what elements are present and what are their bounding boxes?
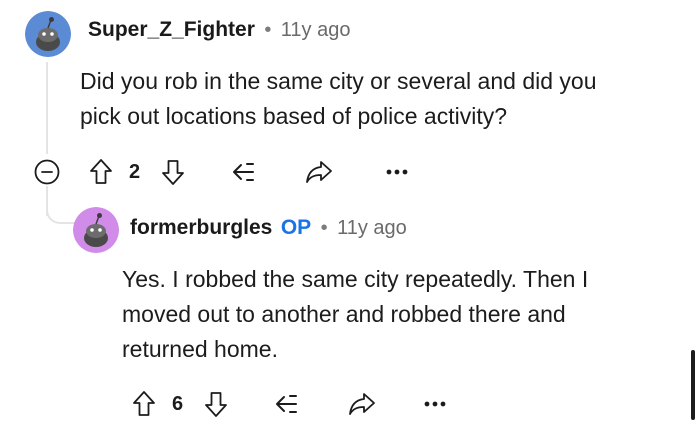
thread-line-vertical bbox=[46, 62, 48, 154]
reply-body: Yes. I robbed the same city repeatedly. … bbox=[122, 262, 588, 367]
username[interactable]: Super_Z_Fighter bbox=[88, 18, 255, 41]
comment-body-line: Did you rob in the same city or several … bbox=[80, 68, 597, 94]
avatar[interactable] bbox=[73, 207, 119, 253]
separator-dot: • bbox=[320, 217, 328, 239]
reply-body-line: Yes. I robbed the same city repeatedly. … bbox=[122, 266, 589, 292]
upvote-icon[interactable] bbox=[88, 158, 114, 186]
thread-line-curve bbox=[46, 196, 78, 224]
share-icon[interactable] bbox=[347, 390, 377, 418]
comment-body: Did you rob in the same city or several … bbox=[80, 64, 597, 134]
upvote-icon[interactable] bbox=[131, 390, 157, 418]
vote-count: 6 bbox=[172, 393, 184, 415]
comment-header: Super_Z_Fighter • 11y ago bbox=[88, 18, 350, 42]
reply-body-line: returned home. bbox=[122, 336, 278, 362]
scrollbar[interactable] bbox=[691, 350, 695, 420]
separator-dot: • bbox=[264, 19, 272, 41]
timestamp[interactable]: 11y ago bbox=[337, 217, 407, 239]
downvote-icon[interactable] bbox=[160, 158, 186, 186]
share-icon[interactable] bbox=[304, 158, 334, 186]
avatar[interactable] bbox=[25, 11, 71, 57]
username[interactable]: formerburgles bbox=[130, 216, 272, 239]
comment-body-line: pick out locations based of police activ… bbox=[80, 103, 508, 129]
vote-count: 2 bbox=[129, 161, 141, 183]
timestamp[interactable]: 11y ago bbox=[281, 19, 351, 41]
reply-icon[interactable] bbox=[269, 390, 301, 418]
downvote-icon[interactable] bbox=[203, 390, 229, 418]
more-options-icon[interactable] bbox=[424, 400, 446, 408]
reply-header: formerburgles OP • 11y ago bbox=[130, 216, 407, 240]
more-options-icon[interactable] bbox=[386, 168, 408, 176]
reply-body-line: moved out to another and robbed there an… bbox=[122, 301, 566, 327]
op-badge: OP bbox=[280, 216, 312, 239]
reply-icon[interactable] bbox=[226, 158, 258, 186]
collapse-thread-button[interactable] bbox=[34, 159, 60, 185]
